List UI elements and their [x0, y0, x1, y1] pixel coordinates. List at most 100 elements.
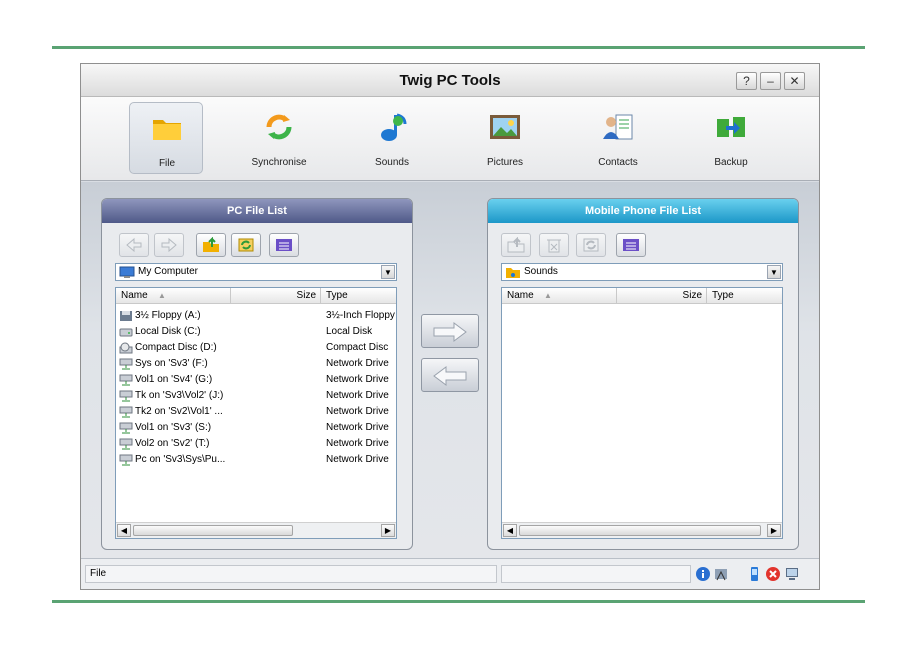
main-area: PC File List My Computer ▼ Name ▲ Size T… — [81, 182, 819, 560]
toolbar-label: Synchronise — [251, 157, 307, 168]
info-icon[interactable] — [695, 566, 711, 582]
pc-location-select[interactable]: My Computer ▼ — [115, 263, 397, 281]
column-type[interactable]: Type — [707, 288, 782, 304]
copy-to-phone-button[interactable] — [421, 314, 479, 348]
chevron-down-icon[interactable]: ▼ — [381, 265, 395, 279]
pc-file-list[interactable]: Name ▲ Size Type 3½ Floppy (A:) 3½-Inch F… — [115, 287, 397, 539]
phone-location-select[interactable]: Sounds ▼ — [501, 263, 783, 281]
location-value: My Computer — [138, 266, 199, 277]
sync-icon — [266, 114, 292, 140]
list-item[interactable]: Tk2 on 'Sv2\Vol1' ... Network Drive — [116, 404, 396, 420]
scroll-thumb[interactable] — [519, 525, 761, 536]
toolbar-pictures[interactable]: Pictures — [468, 102, 542, 174]
folder-icon — [153, 120, 181, 140]
network-drive-icon — [119, 454, 133, 469]
list-item[interactable]: Pc on 'Sv3\Sys\Pu... Network Drive — [116, 452, 396, 468]
item-type: 3½-Inch Floppy — [326, 310, 395, 321]
list-header: Name ▲ Size Type — [502, 288, 782, 304]
panel-title: Mobile Phone File List — [488, 199, 798, 223]
scroll-right-icon[interactable]: ▶ — [767, 524, 781, 537]
scroll-right-icon[interactable]: ▶ — [381, 524, 395, 537]
list-item[interactable]: Tk on 'Sv3\Vol2' (J:) Network Drive — [116, 388, 396, 404]
panel-title: PC File List — [102, 199, 412, 223]
backup-icon — [717, 117, 745, 137]
column-type[interactable]: Type — [321, 288, 396, 304]
list-header: Name ▲ Size Type — [116, 288, 396, 304]
main-toolbar: File Synchronise Sounds Pictures Contact… — [81, 97, 819, 181]
network-drive-icon — [119, 374, 133, 389]
chevron-down-icon[interactable]: ▼ — [767, 265, 781, 279]
list-item[interactable]: Vol1 on 'Sv4' (G:) Network Drive — [116, 372, 396, 388]
pictures-icon — [490, 115, 520, 139]
item-name: 3½ Floppy (A:) — [135, 310, 201, 321]
disconnected-icon[interactable] — [765, 566, 781, 582]
status-field — [501, 565, 691, 583]
up-folder-icon — [507, 237, 525, 253]
sort-arrow-icon: ▲ — [158, 291, 166, 300]
column-size[interactable]: Size — [231, 288, 321, 304]
toolbar-label: File — [158, 158, 176, 169]
cd-icon — [119, 342, 133, 357]
disk-icon — [119, 326, 133, 341]
copy-to-pc-button[interactable] — [421, 358, 479, 392]
floppy-icon — [119, 310, 133, 325]
view-list-icon — [623, 239, 639, 251]
network-drive-icon — [119, 358, 133, 373]
minimize-button[interactable]: – — [760, 72, 781, 90]
list-item[interactable]: Local Disk (C:) Local Disk — [116, 324, 396, 340]
item-name: Pc on 'Sv3\Sys\Pu... — [135, 454, 226, 465]
close-button[interactable]: ✕ — [784, 72, 805, 90]
sort-arrow-icon: ▲ — [544, 291, 552, 300]
right-arrow-icon — [433, 322, 467, 342]
item-name: Local Disk (C:) — [135, 326, 201, 337]
column-name[interactable]: Name ▲ — [502, 288, 617, 304]
horizontal-scrollbar[interactable]: ◀ ▶ — [502, 522, 782, 538]
help-button[interactable]: ? — [736, 72, 757, 90]
view-options-button[interactable] — [269, 233, 299, 257]
contacts-icon — [603, 114, 633, 140]
back-button[interactable] — [119, 233, 149, 257]
list-item[interactable]: 3½ Floppy (A:) 3½-Inch Floppy — [116, 308, 396, 324]
refresh-button[interactable] — [231, 233, 261, 257]
toolbar-backup[interactable]: Backup — [694, 102, 768, 174]
column-size[interactable]: Size — [617, 288, 707, 304]
my-computer-icon — [119, 266, 135, 278]
pc-file-panel: PC File List My Computer ▼ Name ▲ Size T… — [101, 198, 413, 550]
up-folder-button[interactable] — [196, 233, 226, 257]
forward-button[interactable] — [154, 233, 184, 257]
network-drive-icon — [119, 422, 133, 437]
view-list-icon — [276, 239, 292, 251]
phone-view-options-button[interactable] — [616, 233, 646, 257]
item-type: Network Drive — [326, 374, 389, 385]
item-type: Network Drive — [326, 454, 389, 465]
toolbar-file[interactable]: File — [129, 102, 203, 174]
item-name: Vol2 on 'Sv2' (T:) — [135, 438, 210, 449]
horizontal-scrollbar[interactable]: ◀ ▶ — [116, 522, 396, 538]
list-item[interactable]: Sys on 'Sv3' (F:) Network Drive — [116, 356, 396, 372]
item-name: Vol1 on 'Sv4' (G:) — [135, 374, 213, 385]
list-item[interactable]: Vol2 on 'Sv2' (T:) Network Drive — [116, 436, 396, 452]
refresh-icon — [583, 238, 599, 252]
toolbar-synchronise[interactable]: Synchronise — [242, 102, 316, 174]
scroll-left-icon[interactable]: ◀ — [503, 524, 517, 537]
phone-file-list[interactable]: Name ▲ Size Type ◀ ▶ — [501, 287, 783, 539]
toolbar-contacts[interactable]: Contacts — [581, 102, 655, 174]
toolbar-label: Sounds — [375, 157, 409, 168]
phone-refresh-button[interactable] — [576, 233, 606, 257]
phone-up-folder-button[interactable] — [501, 233, 531, 257]
column-name[interactable]: Name ▲ — [116, 288, 231, 304]
top-rule — [52, 46, 865, 49]
scroll-thumb[interactable] — [133, 525, 293, 536]
list-item[interactable]: Vol1 on 'Sv3' (S:) Network Drive — [116, 420, 396, 436]
toolbar-sounds[interactable]: Sounds — [355, 102, 429, 174]
item-name: Tk2 on 'Sv2\Vol1' ... — [135, 406, 223, 417]
title-bar: Twig PC Tools ? – ✕ — [81, 64, 819, 97]
computer-icon[interactable] — [784, 566, 800, 582]
list-item[interactable]: Compact Disc (D:) Compact Disc — [116, 340, 396, 356]
device-settings-icon[interactable] — [713, 566, 729, 582]
item-type: Network Drive — [326, 422, 389, 433]
status-text: File — [85, 565, 497, 583]
delete-button[interactable] — [539, 233, 569, 257]
phone-icon[interactable] — [746, 566, 762, 582]
scroll-left-icon[interactable]: ◀ — [117, 524, 131, 537]
